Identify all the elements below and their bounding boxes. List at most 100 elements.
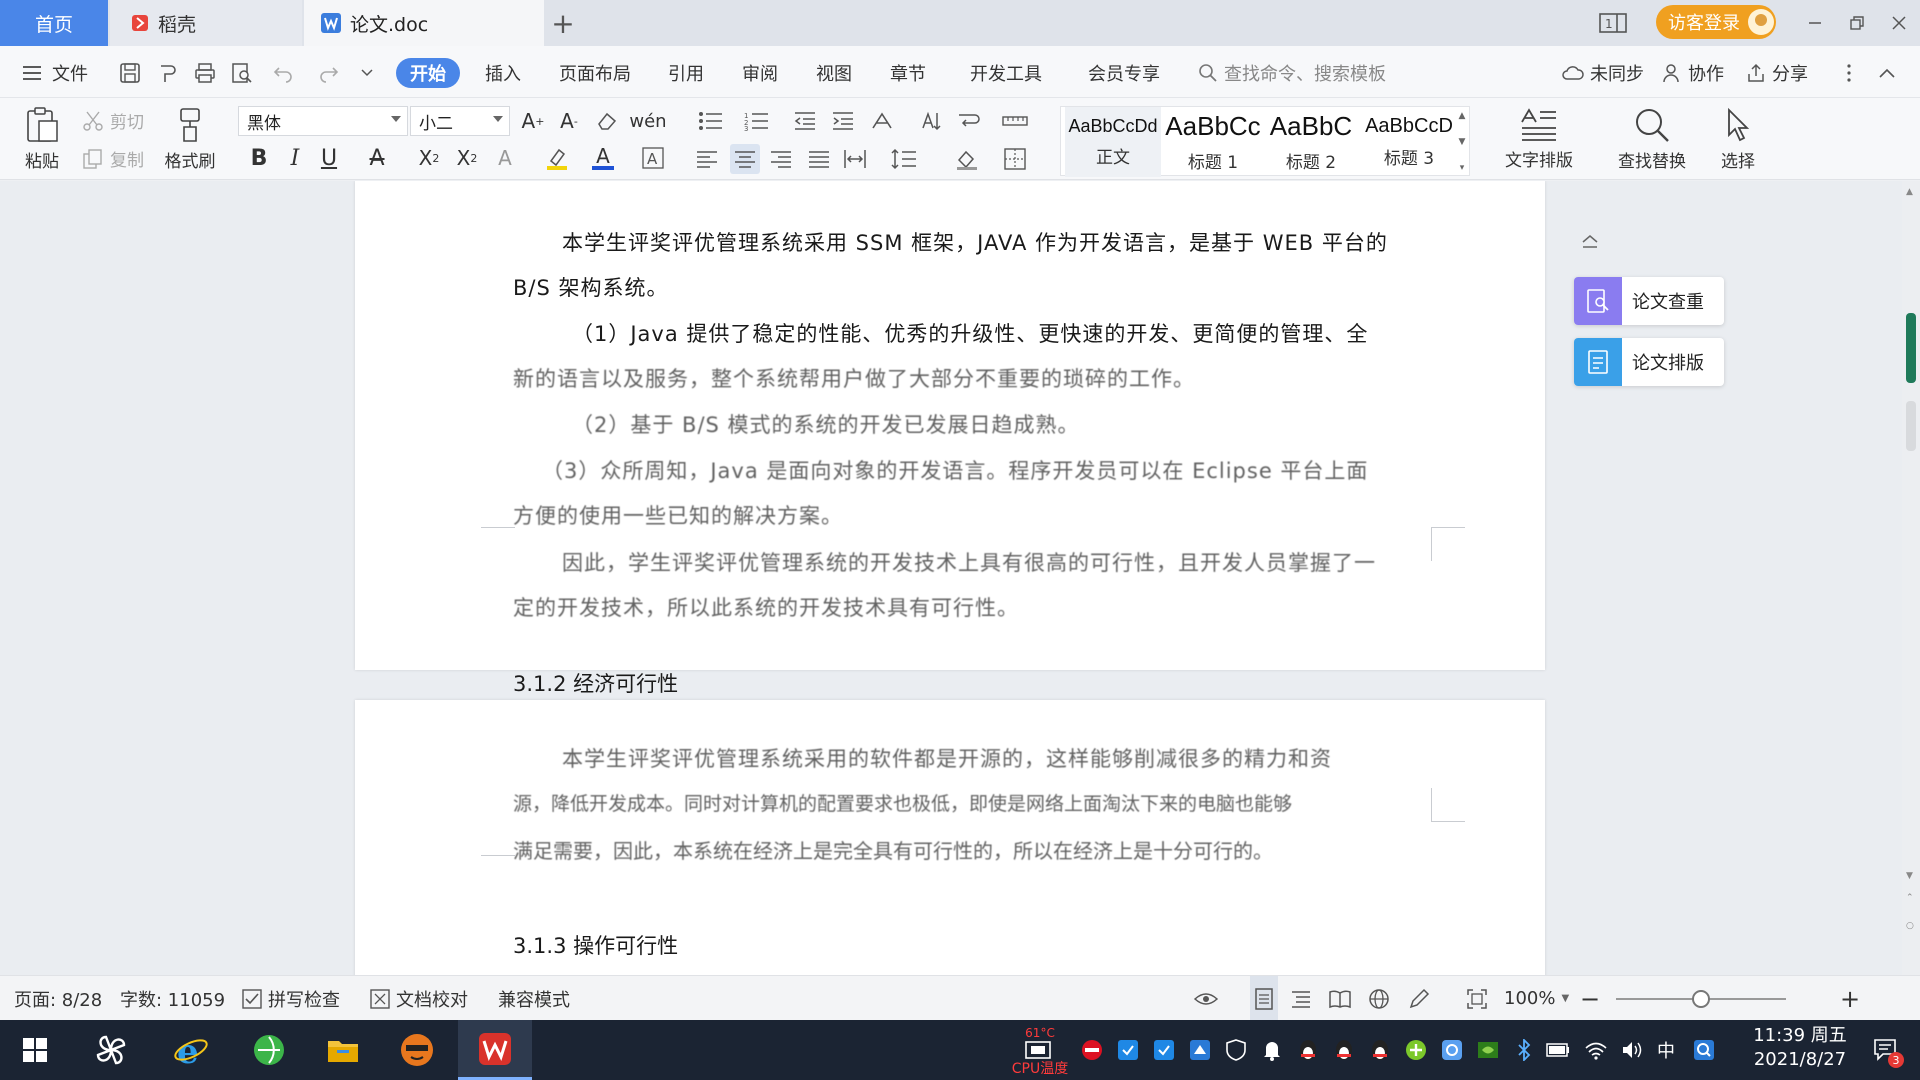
bullets-icon[interactable] <box>694 108 728 134</box>
tab-insert[interactable]: 插入 <box>485 58 521 88</box>
print-icon[interactable] <box>192 60 218 86</box>
redo-icon[interactable] <box>316 60 342 86</box>
format-painter-button[interactable]: 格式刷 <box>160 104 220 174</box>
select-browse-icon[interactable]: ○ <box>1906 921 1914 931</box>
more-icon[interactable] <box>1836 60 1862 86</box>
pinyin-guide-icon[interactable]: wén <box>629 108 666 134</box>
clear-format-icon[interactable] <box>594 108 620 134</box>
tab-chapter[interactable]: 章节 <box>890 58 926 88</box>
command-search[interactable]: 查找命令、搜索模板 <box>1198 58 1386 88</box>
taskbar-app-wps[interactable] <box>458 1020 532 1080</box>
page-view-icon[interactable] <box>1250 976 1278 1021</box>
cut-button[interactable]: 剪切 <box>82 108 144 133</box>
share-button[interactable]: 分享 <box>1746 58 1808 88</box>
grow-font-icon[interactable]: A + <box>520 108 546 134</box>
text-layout-button[interactable]: 文字排版 <box>1494 104 1584 174</box>
italic-icon[interactable]: I <box>282 144 308 172</box>
font-name-select[interactable]: 黑体 <box>238 106 408 136</box>
paste-button[interactable]: 粘贴 <box>14 104 70 174</box>
collapse-ribbon-icon[interactable] <box>1874 60 1900 86</box>
chevron-down-icon[interactable]: ▼ <box>1459 137 1466 147</box>
bold-icon[interactable]: B <box>246 144 272 172</box>
zoom-slider[interactable] <box>1616 990 1786 1008</box>
write-mode-icon[interactable] <box>1408 976 1430 1021</box>
zoom-level-select[interactable]: 100% ▼ <box>1504 976 1569 1021</box>
doc-proof-button[interactable]: 文档校对 <box>370 976 468 1021</box>
numbering-icon[interactable]: 123 <box>740 108 774 134</box>
strikethrough-icon[interactable]: A <box>364 144 390 172</box>
file-menu[interactable]: 文件 <box>22 58 88 88</box>
page-count[interactable]: 页面: 8/28 <box>14 976 102 1021</box>
subscript-icon[interactable]: X2 <box>452 144 482 172</box>
sync-button[interactable]: 未同步 <box>1562 58 1644 88</box>
tab-developer[interactable]: 开发工具 <box>970 58 1042 88</box>
ruler-icon[interactable] <box>1000 108 1030 134</box>
borders-icon[interactable] <box>1000 146 1030 172</box>
scroll-up-icon[interactable]: ▲ <box>1906 187 1913 197</box>
close-icon[interactable] <box>1884 8 1914 38</box>
increase-indent-icon[interactable] <box>830 108 856 134</box>
line-break-icon[interactable] <box>954 108 984 134</box>
collapse-panel-icon[interactable] <box>1580 233 1604 257</box>
tab-view[interactable]: 视图 <box>816 58 852 88</box>
document-page[interactable]: 本学生评奖评优管理系统采用的软件都是开源的，这样能够削减很多的精力和资 源，降低… <box>355 700 1545 975</box>
font-color-icon[interactable]: A <box>590 144 616 172</box>
style-normal[interactable]: AaBbCcDd 正文 <box>1065 107 1161 177</box>
reading-view-icon[interactable] <box>1328 976 1352 1021</box>
text-effect-icon[interactable]: A <box>492 144 518 172</box>
align-left-icon[interactable] <box>694 146 720 172</box>
new-tab-button[interactable]: + <box>548 7 578 40</box>
zoom-slider-knob[interactable] <box>1692 990 1710 1008</box>
justify-icon[interactable] <box>806 146 832 172</box>
taskbar-app-browser[interactable] <box>234 1020 304 1080</box>
tab-references[interactable]: 引用 <box>668 58 704 88</box>
minimize-icon[interactable] <box>1800 8 1830 38</box>
document-page[interactable]: 本学生评奖评优管理系统采用 SSM 框架，JAVA 作为开发语言，是基于 WEB… <box>355 181 1545 670</box>
tab-home-ribbon[interactable]: 开始 <box>396 58 460 88</box>
style-heading-2[interactable]: AaBbC 标题 2 <box>1263 107 1359 177</box>
bell-icon[interactable] <box>1260 1038 1284 1062</box>
font-size-select[interactable]: 小二 <box>410 106 510 136</box>
style-heading-1[interactable]: AaBbCc 标题 1 <box>1165 107 1261 177</box>
tray-security-icon[interactable] <box>1152 1038 1176 1062</box>
taskbar-app-ie[interactable]: e <box>156 1020 226 1080</box>
taskbar-app-game[interactable] <box>382 1020 452 1080</box>
outline-view-icon[interactable] <box>1290 976 1312 1021</box>
highlight-icon[interactable] <box>542 144 572 172</box>
output-pdf-icon[interactable] <box>155 60 181 86</box>
align-center-icon[interactable] <box>730 144 760 174</box>
thesis-check-button[interactable]: 论文查重 <box>1574 277 1724 325</box>
cpu-temp-widget[interactable]: 61°C CPU温度 <box>1000 1026 1080 1077</box>
distributed-icon[interactable] <box>842 146 868 172</box>
tab-daoke[interactable]: 稻壳 <box>110 0 302 46</box>
styles-scroll[interactable]: ▲ ▼ ▾ <box>1457 111 1467 173</box>
prev-page-icon[interactable]: ⌃ <box>1906 893 1914 903</box>
zoom-in-icon[interactable]: + <box>1840 976 1860 1021</box>
tab-review[interactable]: 审阅 <box>742 58 778 88</box>
action-center-icon[interactable]: 3 <box>1868 1038 1904 1068</box>
tray-network-app-icon[interactable] <box>1188 1038 1212 1062</box>
sort-icon[interactable] <box>918 108 944 134</box>
underline-icon[interactable]: U <box>316 144 342 172</box>
superscript-icon[interactable]: X2 <box>414 144 444 172</box>
nvidia-icon[interactable] <box>1476 1038 1500 1062</box>
customize-qa-icon[interactable] <box>354 60 380 86</box>
copy-button[interactable]: 复制 <box>82 146 144 171</box>
volume-icon[interactable] <box>1620 1038 1644 1062</box>
tray-app-icon[interactable] <box>1080 1038 1104 1062</box>
undo-icon[interactable] <box>270 60 296 86</box>
tab-home[interactable]: 首页 <box>0 0 108 46</box>
tab-page-layout[interactable]: 页面布局 <box>559 58 631 88</box>
qq-penguin-icon[interactable] <box>1332 1038 1356 1062</box>
tray-app-blue-icon[interactable] <box>1440 1038 1464 1062</box>
save-icon[interactable] <box>117 60 143 86</box>
chinese-layout-icon[interactable] <box>866 108 900 134</box>
word-count[interactable]: 字数: 11059 <box>120 976 225 1021</box>
shrink-font-icon[interactable]: A- <box>556 108 582 134</box>
qq-penguin-icon[interactable] <box>1368 1038 1392 1062</box>
restore-icon[interactable] <box>1842 8 1872 38</box>
document-canvas[interactable]: 本学生评奖评优管理系统采用 SSM 框架，JAVA 作为开发语言，是基于 WEB… <box>0 181 1920 975</box>
guest-login-button[interactable]: 访客登录 <box>1656 5 1776 39</box>
line-spacing-icon[interactable] <box>888 146 920 172</box>
zoom-out-icon[interactable]: − <box>1580 976 1600 1021</box>
